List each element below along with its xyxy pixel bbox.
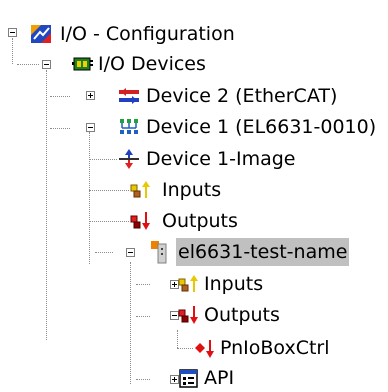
tree-line	[50, 128, 70, 129]
tree-node-device-1-image[interactable]: Device 1-Image	[144, 145, 297, 173]
tree-node-el6631-test-name[interactable]: el6631-test-name	[176, 238, 350, 266]
collapse-toggle[interactable]	[86, 123, 95, 132]
tree-line	[130, 262, 131, 384]
tree-line	[177, 330, 178, 348]
tree-line	[95, 252, 113, 253]
collapse-toggle[interactable]	[42, 60, 51, 69]
tree-line	[136, 316, 150, 317]
collapse-toggle[interactable]	[126, 248, 135, 257]
box-icon	[148, 240, 170, 264]
inputs-icon	[178, 273, 200, 295]
io-devices-icon	[72, 53, 94, 75]
tree-line	[50, 96, 70, 97]
io-configuration-tree: I/O - Configuration I/O Devices Device 2…	[0, 0, 388, 392]
io-configuration-icon	[30, 23, 52, 45]
tree-line	[89, 221, 129, 222]
tree-line	[177, 348, 193, 349]
tree-line	[17, 64, 39, 65]
outputs-icon	[130, 210, 152, 232]
tree-node-box-inputs[interactable]: Inputs	[202, 270, 265, 298]
tree-node-device-2[interactable]: Device 2 (EtherCAT)	[144, 82, 339, 110]
tree-node-io-configuration[interactable]: I/O - Configuration	[58, 20, 237, 48]
output-variable-icon	[194, 338, 216, 360]
profinet-device-icon	[118, 116, 140, 138]
process-image-icon	[118, 148, 140, 170]
tree-line	[89, 132, 90, 264]
tree-node-device-1[interactable]: Device 1 (EL6631-0010)	[144, 113, 378, 141]
inputs-icon	[130, 179, 152, 201]
tree-line	[89, 190, 129, 191]
tree-node-inputs[interactable]: Inputs	[160, 176, 223, 204]
tree-line	[89, 159, 117, 160]
tree-line	[136, 379, 150, 380]
tree-node-pnioboxctrl[interactable]: PnIoBoxCtrl	[218, 334, 332, 362]
outputs-icon	[178, 304, 200, 326]
tree-line	[12, 38, 13, 64]
tree-line	[136, 284, 150, 285]
tree-node-api[interactable]: API	[202, 364, 236, 392]
tree-line	[46, 70, 47, 340]
ethercat-device-icon	[118, 85, 140, 107]
tree-node-outputs[interactable]: Outputs	[160, 207, 240, 235]
tree-node-box-outputs[interactable]: Outputs	[202, 301, 282, 329]
expand-toggle[interactable]	[86, 91, 95, 100]
tree-node-io-devices[interactable]: I/O Devices	[96, 50, 208, 78]
api-icon	[178, 367, 200, 389]
collapse-toggle[interactable]	[8, 28, 17, 37]
